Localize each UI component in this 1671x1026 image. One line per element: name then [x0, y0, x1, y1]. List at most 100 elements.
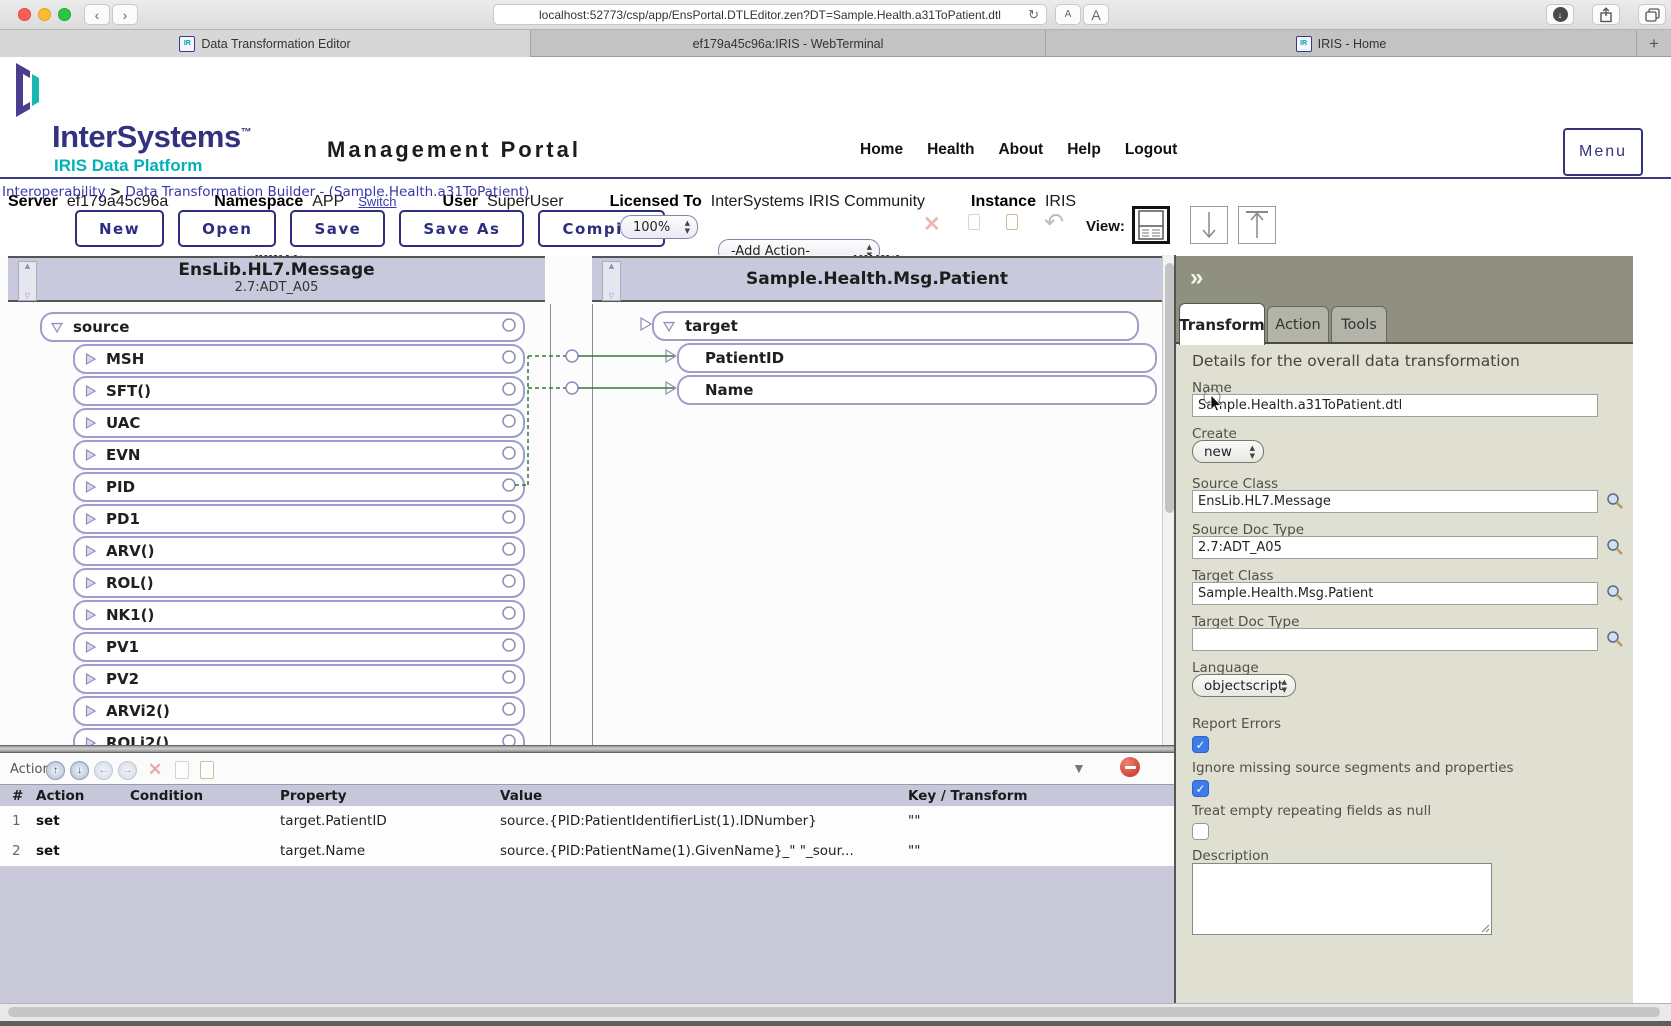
collapsed-triangle-icon[interactable]: [83, 512, 97, 526]
link-junction[interactable]: [565, 349, 579, 363]
create-select[interactable]: new ▲ ▼: [1192, 440, 1264, 463]
target-doc-type-field[interactable]: [1192, 628, 1598, 651]
collapse-actions-icon[interactable]: ▼: [1072, 760, 1086, 776]
source-root-pill[interactable]: source: [40, 312, 525, 342]
nav-link-about[interactable]: About: [998, 141, 1043, 159]
search-icon[interactable]: [1606, 584, 1624, 602]
tab-tools[interactable]: Tools: [1331, 306, 1387, 343]
horizontal-splitter[interactable]: [0, 745, 1176, 753]
source-segment-sft[interactable]: SFT(): [73, 376, 525, 406]
source-header-scroll[interactable]: ▲ ▽: [18, 261, 37, 301]
search-icon[interactable]: [1606, 630, 1624, 648]
remove-panel-icon[interactable]: [1120, 757, 1140, 777]
source-doc-type-field[interactable]: [1192, 536, 1598, 559]
action-row-2[interactable]: 2 set target.Name source.{PID:PatientName(1…: [0, 836, 1176, 866]
minimize-window-button[interactable]: [38, 8, 51, 21]
view-split-button[interactable]: [1132, 206, 1170, 244]
checkbox-ignore-missing[interactable]: ✓: [1192, 780, 1209, 797]
search-icon[interactable]: [1606, 492, 1624, 510]
collapsed-triangle-icon[interactable]: [83, 448, 97, 462]
breadcrumb-interoperability[interactable]: Interoperability: [2, 184, 105, 200]
collapsed-triangle-icon[interactable]: [83, 672, 97, 686]
downloads-button[interactable]: ↓: [1546, 4, 1574, 25]
collapsed-triangle-icon[interactable]: [83, 480, 97, 494]
forward-button[interactable]: ›: [112, 4, 138, 25]
plus-icon: +: [1649, 33, 1659, 53]
tab-webterminal[interactable]: ef179a45c96a:IRIS - WebTerminal: [531, 30, 1046, 57]
search-icon[interactable]: [1606, 538, 1624, 556]
target-header-scroll[interactable]: ▲ ▽: [602, 261, 621, 301]
open-button[interactable]: Open: [178, 210, 277, 247]
scrollbar-thumb[interactable]: [1165, 263, 1174, 513]
action-row-1[interactable]: 1 set target.PatientID source.{PID:PatientI…: [0, 806, 1176, 836]
collapsed-triangle-icon[interactable]: [83, 576, 97, 590]
source-class-field[interactable]: [1192, 490, 1598, 513]
target-property-name[interactable]: Name: [665, 375, 1157, 405]
collapsed-triangle-icon[interactable]: [83, 736, 97, 745]
collapsed-triangle-icon[interactable]: [83, 608, 97, 622]
target-class-field[interactable]: [1192, 582, 1598, 605]
source-segment-pv1[interactable]: PV1: [73, 632, 525, 662]
horizontal-scrollbar-thumb[interactable]: [8, 1007, 1660, 1017]
tab-transform[interactable]: Transform: [1179, 303, 1265, 345]
share-button[interactable]: [1592, 4, 1620, 25]
close-window-button[interactable]: [18, 8, 31, 21]
target-property-patientid[interactable]: PatientID: [665, 343, 1157, 373]
nav-link-home[interactable]: Home: [860, 141, 903, 159]
reload-icon[interactable]: ↻: [1028, 7, 1039, 23]
tab-iris-home[interactable]: IR IRIS - Home: [1046, 30, 1637, 57]
description-field[interactable]: [1192, 863, 1492, 935]
source-segment-pd1[interactable]: PD1: [73, 504, 525, 534]
increase-text-button[interactable]: A: [1083, 4, 1109, 25]
expanded-triangle-icon[interactable]: [50, 320, 64, 334]
zoom-select[interactable]: 100% ▲ ▼: [620, 215, 698, 239]
link-junction[interactable]: [565, 381, 579, 395]
expanded-triangle-icon[interactable]: [662, 319, 676, 333]
tab-data-transformation-editor[interactable]: IR Data Transformation Editor: [0, 30, 531, 57]
save-button[interactable]: Save: [290, 210, 386, 247]
source-segment-arv[interactable]: ARV(): [73, 536, 525, 566]
source-segment-pv2[interactable]: PV2: [73, 664, 525, 694]
nav-link-logout[interactable]: Logout: [1125, 141, 1178, 159]
nav-link-help[interactable]: Help: [1067, 141, 1101, 159]
collapsed-triangle-icon[interactable]: [83, 352, 97, 366]
link-arrowhead-icon: [640, 316, 653, 332]
collapsed-triangle-icon[interactable]: [83, 544, 97, 558]
checkbox-treat-empty[interactable]: [1192, 823, 1209, 840]
source-segment-evn[interactable]: EVN: [73, 440, 525, 470]
collapsed-triangle-icon[interactable]: [83, 384, 97, 398]
target-root-pill[interactable]: target: [640, 311, 1139, 341]
source-segment-rol[interactable]: ROL(): [73, 568, 525, 598]
decrease-text-button[interactable]: A: [1055, 4, 1081, 25]
checkbox-report-errors[interactable]: ✓: [1192, 736, 1209, 753]
source-segment-roli2[interactable]: ROLi2(): [73, 728, 525, 745]
address-bar[interactable]: localhost:52773/csp/app/EnsPortal.DTLEdi…: [493, 4, 1047, 25]
actions-panel-background: [0, 866, 1176, 1003]
collapse-panel-icon[interactable]: »: [1190, 264, 1203, 292]
source-segment-nk1[interactable]: NK1(): [73, 600, 525, 630]
new-tab-button[interactable]: +: [1637, 30, 1671, 57]
collapsed-triangle-icon[interactable]: [83, 640, 97, 654]
tab-action[interactable]: Action: [1267, 306, 1329, 343]
source-segment-arvi2[interactable]: ARVi2(): [73, 696, 525, 726]
new-button[interactable]: New: [75, 210, 165, 247]
view-top-button[interactable]: [1238, 206, 1276, 244]
language-select[interactable]: objectscript ▲ ▼: [1192, 674, 1296, 697]
collapsed-triangle-icon[interactable]: [83, 704, 97, 718]
nav-link-health[interactable]: Health: [927, 141, 974, 159]
source-segment-uac[interactable]: UAC: [73, 408, 525, 438]
collapsed-triangle-icon[interactable]: [83, 416, 97, 430]
view-bottom-button[interactable]: [1190, 206, 1228, 244]
name-field[interactable]: [1192, 394, 1598, 417]
menu-button[interactable]: Menu: [1563, 128, 1643, 176]
move-down-icon[interactable]: ↓: [70, 760, 89, 780]
breadcrumb-page[interactable]: Data Transformation Builder: [125, 184, 315, 200]
back-button[interactable]: ‹: [84, 4, 110, 25]
source-segment-pid[interactable]: PID: [73, 472, 525, 502]
zoom-window-button[interactable]: [58, 8, 71, 21]
resize-handle-icon[interactable]: [1480, 923, 1490, 933]
source-segment-msh[interactable]: MSH: [73, 344, 525, 374]
save-as-button[interactable]: Save As: [399, 210, 525, 247]
move-up-icon[interactable]: ↑: [46, 760, 65, 780]
tab-overview-button[interactable]: [1638, 4, 1666, 25]
